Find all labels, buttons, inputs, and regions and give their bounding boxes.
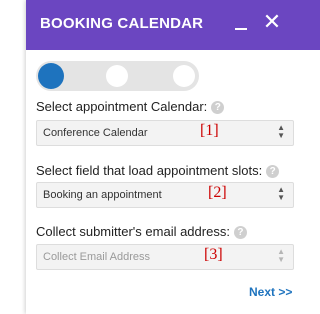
step-1-indicator	[38, 63, 64, 89]
next-button[interactable]: Next >>	[249, 285, 292, 299]
help-icon[interactable]: ?	[266, 165, 280, 178]
panel-title: BOOKING CALENDAR	[40, 15, 204, 32]
email-field-label: Collect submitter's email address:?	[36, 224, 247, 239]
minimize-icon[interactable]	[233, 18, 249, 30]
appointment-slots-field-label: Select field that load appointment slots…	[36, 163, 280, 178]
annotation-marker-1: [1]	[200, 122, 219, 139]
email-field-label-text: Collect submitter's email address:	[36, 224, 230, 239]
annotation-marker-3: [3]	[204, 246, 223, 263]
annotation-marker-2: [2]	[208, 184, 227, 201]
select-arrows-icon: ▲ ▼	[277, 123, 285, 140]
panel-header: BOOKING CALENDAR ✕	[26, 0, 320, 50]
booking-calendar-panel: BOOKING CALENDAR ✕ Select appointment Ca…	[26, 0, 320, 314]
email-field-select[interactable]: Collect Email Address ▲ ▼	[36, 244, 294, 270]
appointment-calendar-label-text: Select appointment Calendar:	[36, 99, 208, 114]
step-2-indicator	[106, 65, 128, 87]
appointment-slots-field-value: Booking an appointment	[43, 189, 162, 201]
help-icon[interactable]: ?	[233, 226, 247, 239]
appointment-calendar-label: Select appointment Calendar:?	[36, 99, 225, 114]
help-icon[interactable]: ?	[211, 101, 225, 114]
close-icon[interactable]: ✕	[262, 11, 282, 33]
appointment-calendar-select[interactable]: Conference Calendar ▲ ▼	[36, 120, 294, 146]
appointment-slots-field-select[interactable]: Booking an appointment ▲ ▼	[36, 182, 294, 208]
appointment-calendar-value: Conference Calendar	[43, 127, 148, 139]
step-progress	[36, 61, 199, 91]
appointment-slots-field-label-text: Select field that load appointment slots…	[36, 163, 263, 178]
select-arrows-icon: ▲ ▼	[277, 185, 285, 202]
select-arrows-icon: ▲ ▼	[277, 247, 285, 264]
step-3-indicator	[173, 65, 195, 87]
email-field-placeholder: Collect Email Address	[43, 251, 150, 263]
